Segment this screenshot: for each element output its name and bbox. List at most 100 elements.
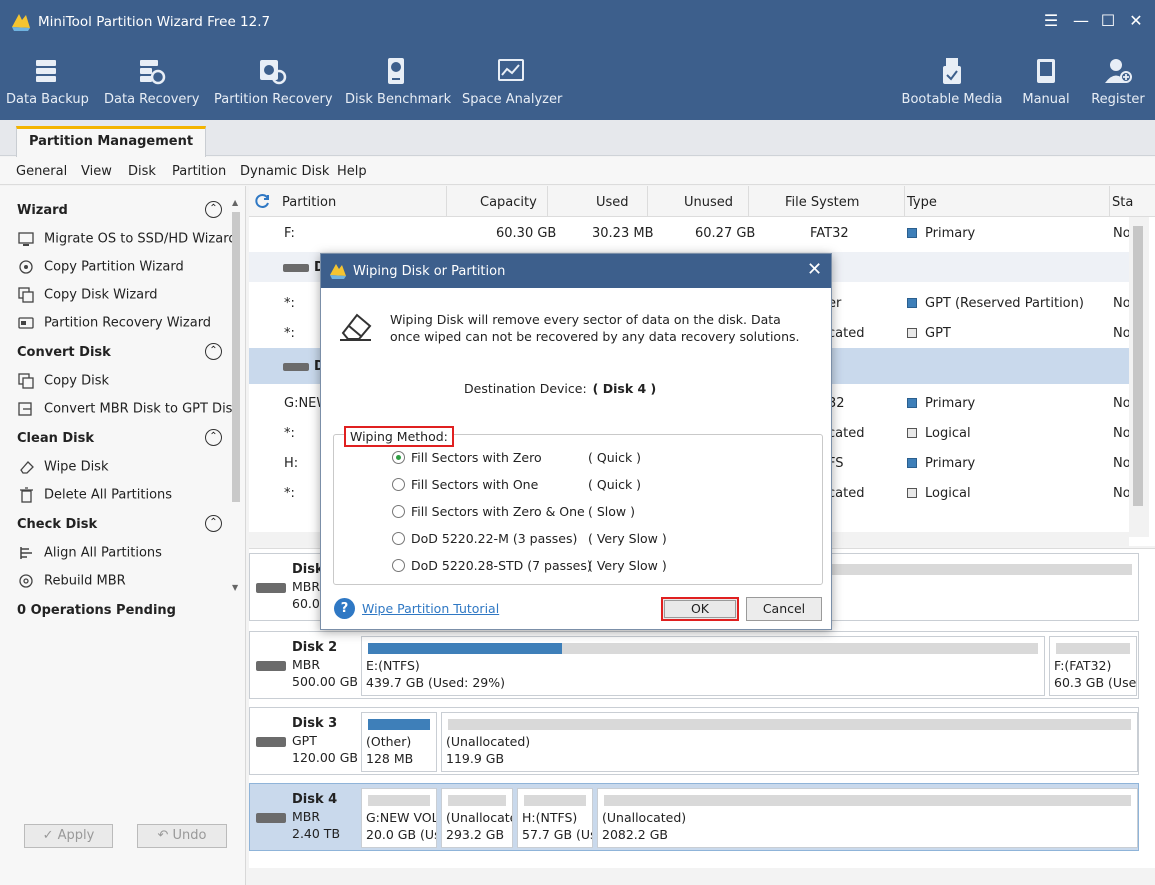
section-clean-title: Clean Disk (17, 431, 94, 446)
toolbar-partition-recovery[interactable]: Partition Recovery (214, 44, 333, 120)
register-icon (1105, 59, 1132, 83)
collapse-wizard-icon[interactable]: ⌃ (205, 201, 222, 218)
radio-selected-icon[interactable] (392, 451, 405, 464)
help-icon[interactable]: ? (334, 598, 355, 619)
disk-card[interactable]: Disk 3 GPT 120.00 GB (Other) 128 MB (Unallo… (249, 707, 1139, 775)
destination-device: Destination Device:( Disk 4 ) (464, 381, 657, 396)
disk-icon (283, 264, 309, 272)
toolbar-data-recovery[interactable]: Data Recovery (104, 44, 199, 120)
primary-type-icon (907, 298, 917, 308)
cancel-button[interactable]: Cancel (746, 597, 822, 621)
col-unused[interactable]: Unused (684, 195, 733, 210)
partition-segment[interactable]: (Unallocate 293.2 GB (441, 788, 513, 848)
menu-help[interactable]: Help (337, 164, 367, 179)
sidebar-item-convert-mbr-gpt[interactable]: Convert MBR Disk to GPT Disk (18, 401, 240, 421)
collapse-check-icon[interactable]: ⌃ (205, 515, 222, 532)
dialog-close-icon[interactable]: ✕ (807, 261, 822, 279)
bootable-media-icon (943, 58, 961, 84)
sidebar-item-align-all[interactable]: Align All Partitions (18, 545, 162, 565)
collapse-clean-icon[interactable]: ⌃ (205, 429, 222, 446)
sidebar-item-copy-disk-wizard[interactable]: Copy Disk Wizard (18, 287, 158, 307)
table-scroll-thumb[interactable] (1133, 226, 1143, 506)
menu-icon[interactable]: ☰ (1040, 10, 1062, 32)
col-capacity[interactable]: Capacity (480, 195, 537, 210)
disk-card[interactable]: Disk 2 MBR 500.00 GB E:(NTFS) 439.7 GB (Use… (249, 631, 1139, 699)
sidebar-item-copy-partition[interactable]: Copy Partition Wizard (18, 259, 184, 279)
disk-icon (256, 737, 286, 747)
radio-icon[interactable] (392, 559, 405, 572)
primary-type-icon (907, 398, 917, 408)
tab-partition-management[interactable]: Partition Management (16, 126, 206, 157)
toolbar-data-backup[interactable]: Data Backup (6, 44, 89, 120)
toolbar-manual[interactable]: Manual (1018, 44, 1074, 120)
table-row[interactable]: F: 60.30 GB 30.23 MB 60.27 GB FAT32 Prim… (249, 218, 1131, 248)
manual-icon (1037, 59, 1055, 83)
copy-partition-icon (19, 260, 33, 274)
menu-view[interactable]: View (81, 164, 112, 179)
menu-general[interactable]: General (16, 164, 67, 179)
sidebar-item-partition-recovery-wizard[interactable]: Partition Recovery Wizard (18, 315, 211, 335)
window-title: MiniTool Partition Wizard Free 12.7 (38, 14, 271, 30)
copy-disk-icon (18, 287, 34, 303)
section-convert-title: Convert Disk (17, 345, 111, 360)
scroll-up-icon[interactable]: ▲ (232, 198, 238, 207)
collapse-convert-icon[interactable]: ⌃ (205, 343, 222, 360)
wipe-dialog: Wiping Disk or Partition ✕ Wiping Disk w… (320, 253, 832, 630)
toolbar-register[interactable]: Register (1088, 44, 1148, 120)
col-type[interactable]: Type (907, 195, 937, 210)
partition-segment[interactable]: E:(NTFS) 439.7 GB (Used: 29%) (361, 636, 1045, 696)
sidebar-item-rebuild-mbr[interactable]: Rebuild MBR (18, 573, 126, 593)
section-check-title: Check Disk (17, 517, 98, 532)
col-status[interactable]: Sta (1112, 195, 1133, 210)
col-used[interactable]: Used (596, 195, 629, 210)
partition-segment[interactable]: (Other) 128 MB (361, 712, 437, 772)
app-logo-icon (12, 14, 30, 31)
app-logo-icon (330, 264, 346, 279)
sidebar-scrollbar[interactable] (232, 212, 240, 502)
menu-partition[interactable]: Partition (172, 164, 226, 179)
sidebar-item-delete-all[interactable]: Delete All Partitions (18, 487, 172, 507)
convert-disk-icon (18, 402, 32, 416)
wipe-tutorial-link[interactable]: Wipe Partition Tutorial (362, 601, 499, 616)
ok-button[interactable]: OK (661, 597, 739, 621)
disk-benchmark-icon (388, 58, 404, 84)
radio-icon[interactable] (392, 532, 405, 545)
partition-segment[interactable]: (Unallocated) 119.9 GB (441, 712, 1138, 772)
title-bar: MiniTool Partition Wizard Free 12.7 ☰ — … (0, 0, 1155, 44)
undo-button[interactable]: ↶ Undo (137, 824, 227, 848)
refresh-icon[interactable] (255, 193, 271, 209)
destination-value: ( Disk 4 ) (592, 381, 657, 396)
partition-segment[interactable]: F:(FAT32) 60.3 GB (Used (1049, 636, 1137, 696)
toolbar-disk-benchmark[interactable]: Disk Benchmark (345, 44, 451, 120)
migrate-os-icon (18, 232, 34, 246)
disk-card-selected[interactable]: Disk 4 MBR 2.40 TB G:NEW VOL 20.0 GB (Us (U… (249, 783, 1139, 851)
sidebar-item-wipe-disk[interactable]: Wipe Disk (18, 459, 109, 479)
eraser-icon (20, 461, 34, 474)
disk-icon (256, 583, 286, 593)
maximize-icon[interactable]: ☐ (1097, 10, 1119, 32)
primary-type-icon (907, 458, 917, 468)
partition-segment[interactable]: (Unallocated) 2082.2 GB (597, 788, 1138, 848)
col-file-system[interactable]: File System (785, 195, 859, 210)
menu-dynamic-disk[interactable]: Dynamic Disk (240, 164, 329, 179)
space-analyzer-icon (498, 59, 524, 81)
col-partition[interactable]: Partition (282, 195, 336, 210)
sidebar-item-copy-disk[interactable]: Copy Disk (18, 373, 109, 393)
apply-button[interactable]: ✓ Apply (24, 824, 113, 848)
align-icon (20, 547, 32, 559)
menu-disk[interactable]: Disk (128, 164, 156, 179)
disk-icon (256, 813, 286, 823)
tab-strip: Partition Management (0, 120, 1155, 157)
toolbar-space-analyzer[interactable]: Space Analyzer (462, 44, 562, 120)
logical-type-icon (907, 488, 917, 498)
radio-icon[interactable] (392, 505, 405, 518)
scroll-down-icon[interactable]: ▼ (232, 583, 238, 592)
close-icon[interactable]: ✕ (1125, 10, 1147, 32)
partition-segment[interactable]: H:(NTFS) 57.7 GB (Us (517, 788, 593, 848)
minimize-icon[interactable]: — (1070, 10, 1092, 32)
partition-segment[interactable]: G:NEW VOL 20.0 GB (Us (361, 788, 437, 848)
toolbar-bootable-media[interactable]: Bootable Media (900, 44, 1004, 120)
table-header: Partition Capacity Used Unused File Syst… (249, 186, 1155, 217)
sidebar-item-migrate-os[interactable]: Migrate OS to SSD/HD Wizard (18, 231, 237, 251)
radio-icon[interactable] (392, 478, 405, 491)
